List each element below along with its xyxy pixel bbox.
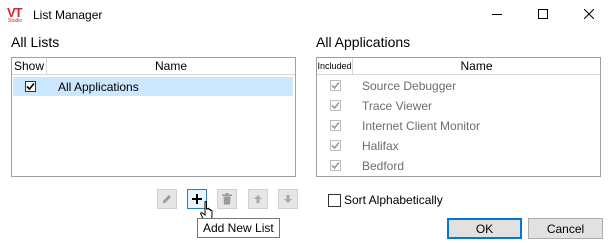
- column-header-show[interactable]: Show: [12, 58, 47, 75]
- show-checkbox[interactable]: [25, 81, 36, 92]
- sort-alphabetically-toggle[interactable]: Sort Alphabetically: [328, 193, 443, 207]
- all-lists-listbox[interactable]: Show Name All Applications: [11, 57, 296, 177]
- list-item[interactable]: Internet Client Monitor: [317, 116, 600, 136]
- list-name: All Applications: [58, 80, 139, 94]
- all-applications-listbox[interactable]: Included Name Source Debugger Trace View…: [316, 57, 601, 177]
- checkmark-icon: [331, 161, 340, 170]
- included-checkbox: [330, 80, 341, 91]
- checkmark-icon: [331, 101, 340, 110]
- list-item[interactable]: Trace Viewer: [317, 96, 600, 116]
- checkmark-icon: [331, 121, 340, 130]
- app-logo-icon: VT Studio: [7, 5, 23, 24]
- checkmark-icon: [331, 81, 340, 90]
- cancel-button[interactable]: Cancel: [528, 218, 603, 239]
- application-name: Halifax: [362, 139, 399, 153]
- window-title: List Manager: [33, 8, 103, 22]
- arrow-down-icon: [284, 195, 292, 203]
- maximize-icon: [538, 8, 548, 22]
- column-header-name[interactable]: Name: [353, 58, 600, 75]
- list-item[interactable]: Source Debugger: [317, 76, 600, 96]
- all-lists-heading: All Lists: [11, 34, 60, 50]
- list-item[interactable]: Bedford: [317, 156, 600, 176]
- trash-icon: [222, 193, 232, 205]
- checkmark-icon: [26, 82, 35, 91]
- title-bar: VT Studio List Manager: [0, 0, 612, 30]
- checkmark-icon: [331, 141, 340, 150]
- pencil-icon: [163, 195, 171, 203]
- add-new-list-tooltip: Add New List: [197, 218, 280, 238]
- edit-list-button[interactable]: [157, 189, 177, 209]
- application-name: Internet Client Monitor: [362, 119, 481, 133]
- maximize-button[interactable]: [520, 0, 566, 30]
- column-header-included[interactable]: Included: [317, 58, 353, 75]
- delete-list-button[interactable]: [217, 189, 237, 209]
- included-checkbox: [330, 120, 341, 131]
- close-button[interactable]: [566, 0, 612, 30]
- minimize-icon: [492, 8, 502, 22]
- move-down-button[interactable]: [278, 189, 298, 209]
- application-name: Trace Viewer: [362, 99, 433, 113]
- list-row[interactable]: All Applications: [13, 77, 293, 96]
- close-icon: [583, 8, 595, 22]
- column-header-name[interactable]: Name: [47, 58, 295, 75]
- included-checkbox: [330, 100, 341, 111]
- move-up-button[interactable]: [248, 189, 268, 209]
- sort-alphabetically-label: Sort Alphabetically: [344, 193, 443, 207]
- included-checkbox: [330, 160, 341, 171]
- sort-alphabetically-checkbox[interactable]: [328, 193, 341, 207]
- application-name: Bedford: [362, 159, 405, 173]
- application-name: Source Debugger: [362, 79, 457, 93]
- arrow-up-icon: [254, 195, 262, 203]
- minimize-button[interactable]: [474, 0, 520, 30]
- ok-button[interactable]: OK: [447, 218, 522, 239]
- all-applications-heading: All Applications: [316, 34, 411, 50]
- included-checkbox: [330, 140, 341, 151]
- list-item[interactable]: Halifax: [317, 136, 600, 156]
